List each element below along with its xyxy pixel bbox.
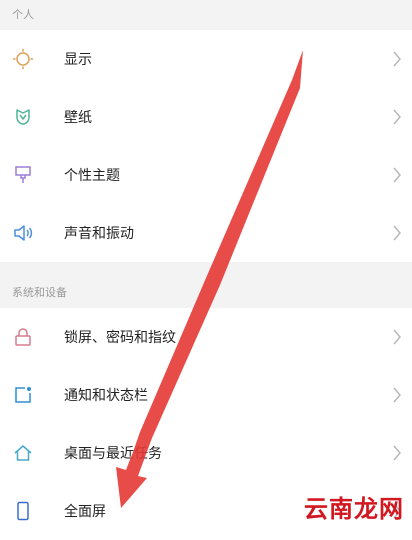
chevron-right-icon [393,225,401,241]
settings-row-label: 个性主题 [64,168,120,184]
settings-row-wallpaper[interactable]: 壁纸 [0,88,412,146]
home-icon [14,445,32,461]
speaker-icon [14,225,33,241]
chevron-right-icon [393,167,401,183]
settings-row-display[interactable]: 显示 [0,30,412,88]
settings-row-theme[interactable]: 个性主题 [0,146,412,204]
settings-row-label: 全面屏 [64,504,106,520]
chevron-right-icon [393,51,401,67]
chevron-right-icon [393,329,401,345]
chevron-right-icon [393,445,401,461]
section-header-personal: 个人 [12,8,34,21]
settings-screen: 个人 显示 壁纸 个性主题 声音和振动 系统和设备 锁屏、密码和指纹 通知和状态… [0,0,412,540]
sun-icon [12,48,34,70]
settings-row-label: 锁屏、密码和指纹 [64,330,176,346]
settings-row-label: 声音和振动 [64,226,134,242]
group-personal: 显示 壁纸 个性主题 声音和振动 [0,30,412,262]
settings-row-sound[interactable]: 声音和振动 [0,204,412,262]
settings-row-label: 显示 [64,52,92,68]
lock-icon [15,328,31,346]
settings-row-notifications[interactable]: 通知和状态栏 [0,366,412,424]
settings-row-label: 通知和状态栏 [64,388,148,404]
settings-row-label: 壁纸 [64,110,92,126]
wallpaper-icon [16,109,30,125]
chevron-right-icon [393,109,401,125]
settings-row-lock-screen[interactable]: 锁屏、密码和指纹 [0,308,412,366]
phone-icon [17,501,29,521]
notification-icon [15,387,31,403]
watermark-logo: 云南龙网 [304,494,404,523]
brush-icon [15,166,31,183]
section-header-system: 系统和设备 [12,286,67,299]
settings-row-label: 桌面与最近任务 [64,446,162,462]
chevron-right-icon [393,387,401,403]
settings-row-home-recents[interactable]: 桌面与最近任务 [0,424,412,482]
